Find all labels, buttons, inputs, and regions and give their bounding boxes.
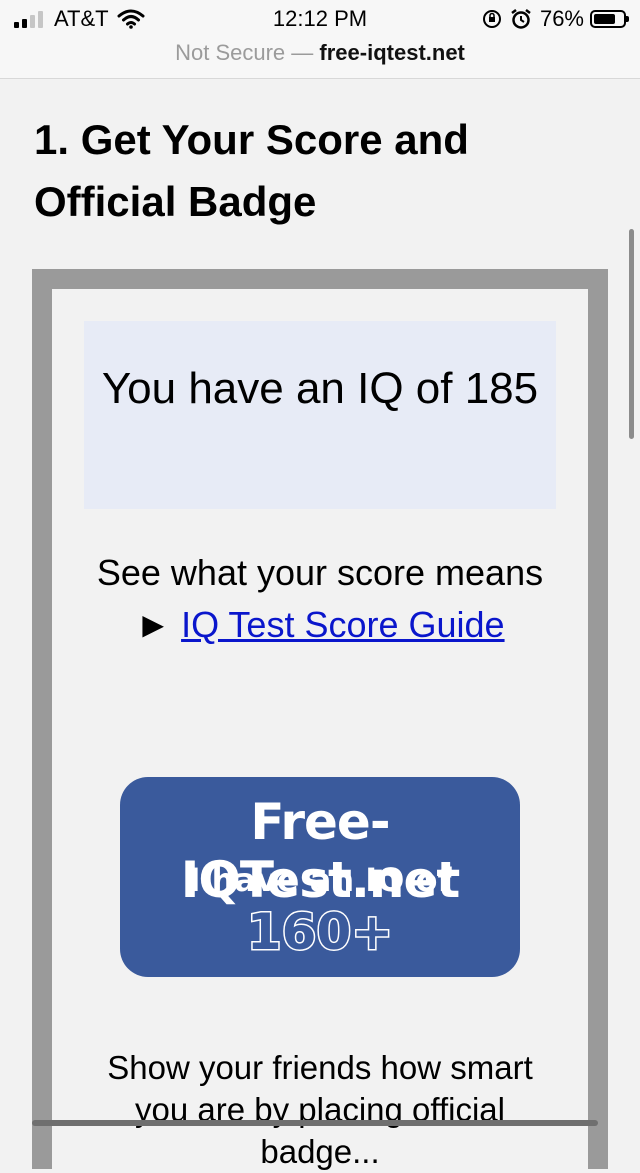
iq-badge[interactable]: Free-IQTest.net I have an IQ of 160+ [120,777,520,977]
page-title: 1. Get Your Score and Official Badge [34,116,469,225]
status-right: 76% [482,6,629,32]
badge-score: 160+ [245,902,394,963]
page-content: 1. Get Your Score and Official Badge You… [0,79,640,1170]
status-bar: AT&T 12:12 PM 76% [0,0,640,40]
share-text: Show your friends how smart you are by p… [107,1049,533,1170]
score-guide-link[interactable]: IQ Test Score Guide [181,604,505,645]
battery-percent: 76% [539,6,584,31]
url-domain: free-iqtest.net [319,40,465,65]
alarm-icon [510,8,532,30]
result-frame: You have an IQ of 185 See what your scor… [32,269,608,1170]
iq-score-text: You have an IQ of 185 [101,364,539,413]
address-bar[interactable]: Not Secure — free-iqtest.net [0,40,640,79]
battery-icon [590,10,629,28]
orientation-lock-icon [482,9,502,29]
scrollbar[interactable] [629,229,634,439]
score-guide: See what your score means ► IQ Test Scor… [84,547,556,651]
home-indicator [32,1120,598,1126]
badge-caption: I have an IQ of [188,861,452,899]
score-box: You have an IQ of 185 [84,321,556,509]
security-label: Not Secure — [175,40,314,65]
result-card: You have an IQ of 185 See what your scor… [52,289,588,1170]
